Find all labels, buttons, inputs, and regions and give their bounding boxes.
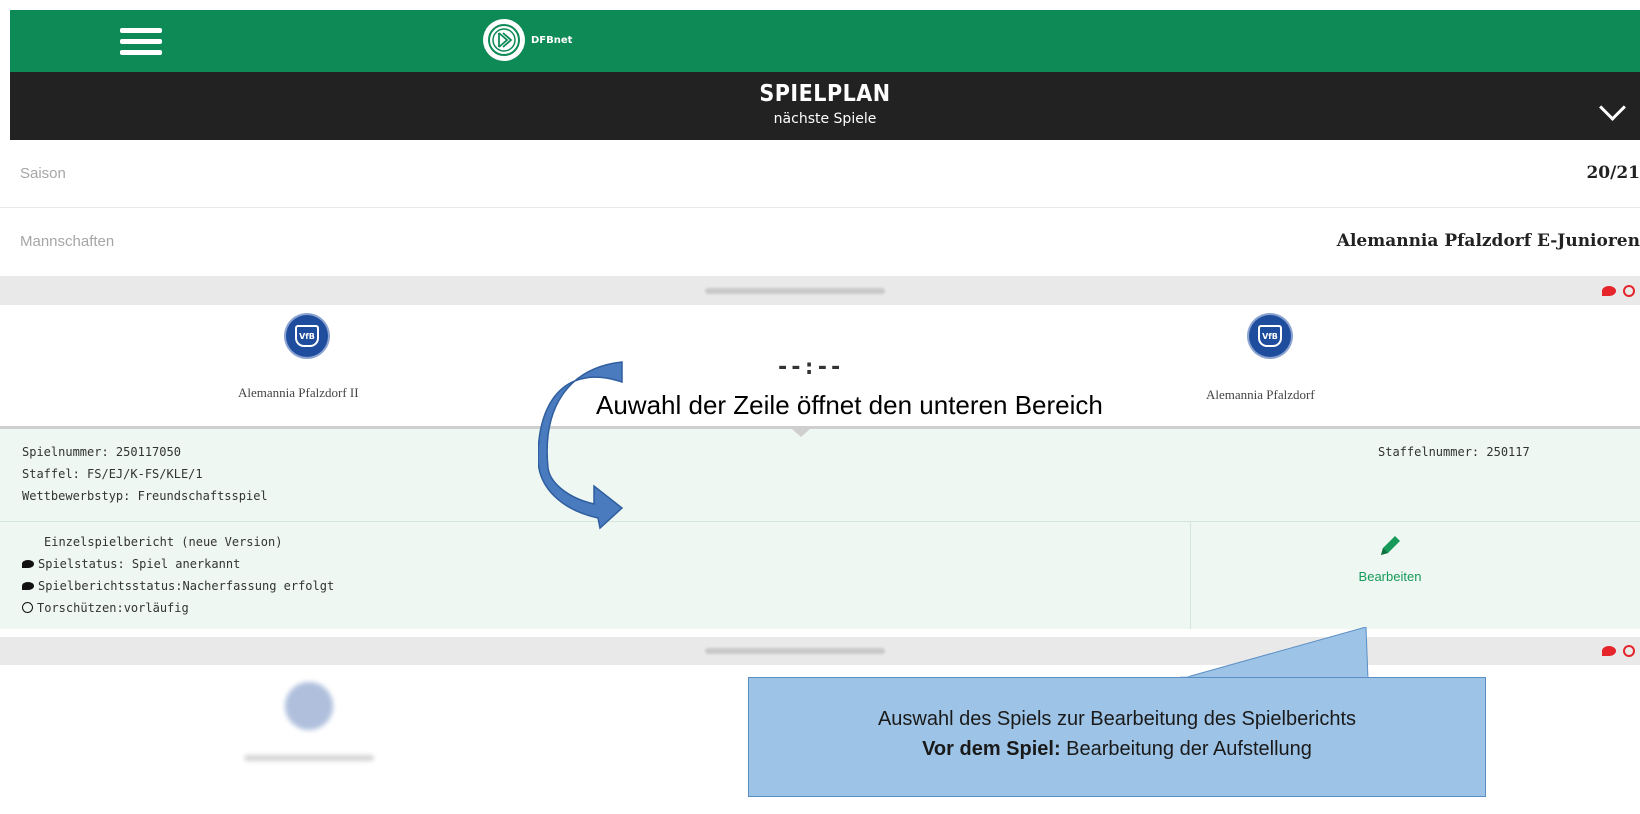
season-row[interactable]: Saison 20/21: [0, 141, 1640, 208]
season-label: Saison: [20, 165, 66, 182]
home-team-name: Alemannia Pfalzdorf II: [238, 385, 359, 400]
match-date-bar: [0, 277, 1640, 305]
divider: [0, 521, 1640, 522]
season-value: 20/21: [1586, 163, 1640, 183]
match-date-blurred: [705, 288, 885, 294]
expand-notch: [792, 429, 810, 437]
teams-row[interactable]: Mannschaften Alemannia Pfalzdorf E-Junio…: [0, 208, 1640, 277]
dfbnet-logo: DFBnet: [483, 16, 572, 64]
ball-icon: [22, 602, 33, 613]
home-team-crest: [286, 683, 332, 729]
away-team-name: Alemannia Pfalzdorf: [1206, 387, 1315, 402]
whistle-icon: [22, 560, 34, 568]
pencil-icon: [1381, 536, 1400, 555]
whistle-icon: [1602, 646, 1616, 656]
ball-icon: [1623, 645, 1635, 657]
page-title: SPIELPLAN: [759, 81, 891, 107]
home-team-crest: VfB: [286, 315, 328, 357]
whistle-icon: [1602, 286, 1616, 296]
ball-icon: [1623, 285, 1635, 297]
match-date-blurred: [705, 648, 885, 654]
callout-line-2: Vor dem Spiel: Bearbeitung der Aufstellu…: [922, 738, 1312, 760]
edit-button[interactable]: Bearbeiten: [1340, 533, 1440, 603]
league-number: Staffelnummer: 250117: [1378, 445, 1530, 459]
match-date-bar-2: [0, 637, 1640, 665]
edit-button-label: Bearbeiten: [1358, 569, 1422, 584]
dfb-crest-icon: [483, 19, 525, 61]
scorers-line: Torschützen:vorläufig: [22, 601, 189, 615]
hamburger-menu-icon[interactable]: [120, 28, 180, 56]
page-title-bar: SPIELPLAN nächste Spiele: [10, 72, 1640, 140]
callout-pointer: [1179, 627, 1369, 679]
teams-label: Mannschaften: [20, 233, 115, 250]
match-details-panel: Spielnummer: 250117050 Staffel: FS/EJ/K-…: [0, 426, 1640, 629]
annotation-row-hint: Auwahl der Zeile öffnet den unteren Bere…: [596, 390, 1103, 420]
report-version: Einzelspielbericht (neue Version): [44, 535, 283, 549]
away-team-crest: VfB: [1249, 315, 1291, 357]
home-team-name-blurred: [244, 755, 374, 761]
logo-text: DFBnet: [531, 34, 573, 46]
divider-vertical: [1190, 522, 1191, 629]
curved-arrow-annotation: [538, 361, 624, 530]
top-bar: DFBnet: [10, 10, 1640, 72]
callout-line-1: Auswahl des Spiels zur Bearbeitung des S…: [877, 708, 1357, 730]
annotation-callout: Auswahl des Spiels zur Bearbeitung des S…: [748, 677, 1486, 797]
game-number: Spielnummer: 250117050: [22, 445, 181, 459]
report-status-line: Spielberichtsstatus:Nacherfassung erfolg…: [22, 579, 334, 593]
whistle-icon: [22, 582, 34, 590]
league-code: Staffel: FS/EJ/K-FS/KLE/1: [22, 467, 203, 481]
match-row-2[interactable]: [0, 665, 700, 814]
page-subtitle: nächste Spiele: [773, 111, 877, 127]
competition-type: Wettbewerbstyp: Freundschaftsspiel: [22, 489, 268, 503]
teams-value: Alemannia Pfalzdorf E-Junioren: [1336, 231, 1640, 251]
match-score: --:--: [776, 355, 843, 380]
game-status-line: Spielstatus: Spiel anerkannt: [22, 557, 240, 571]
